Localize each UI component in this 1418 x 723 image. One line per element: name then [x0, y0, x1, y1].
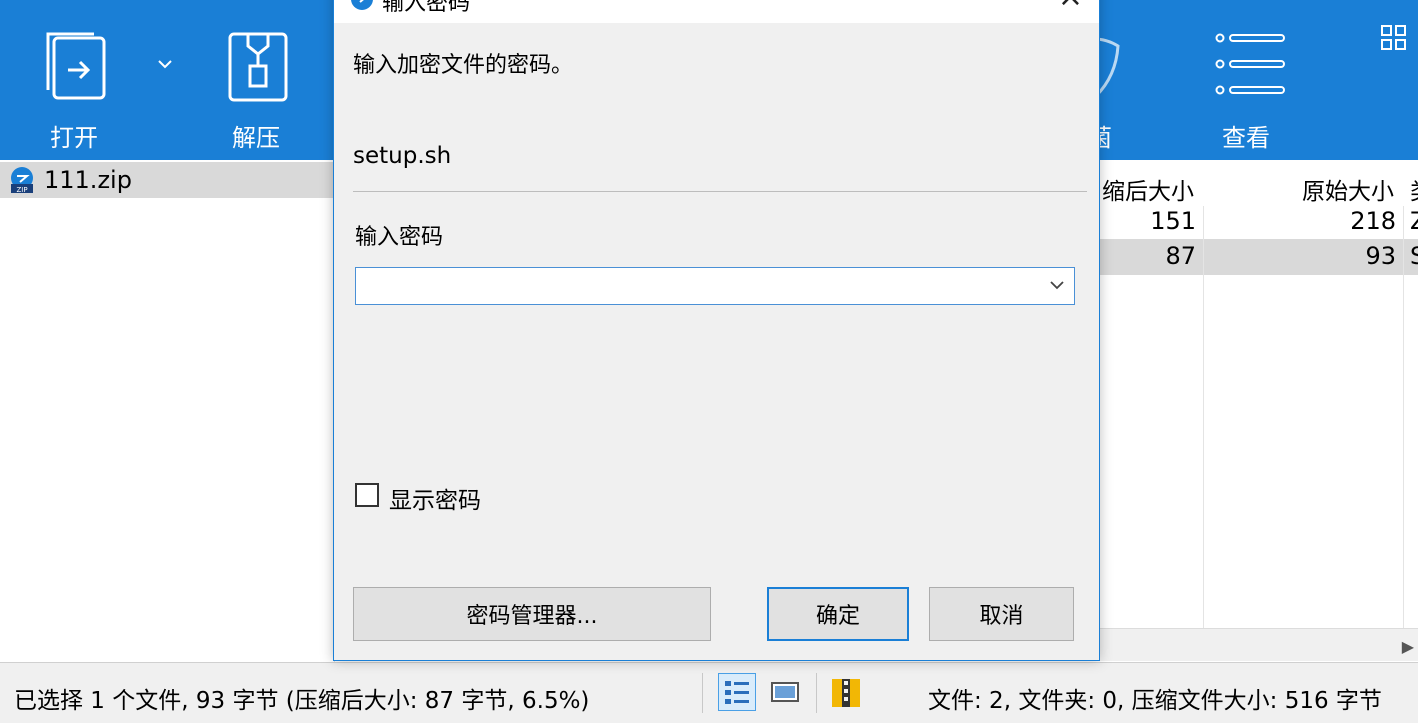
- password-label: 输入密码: [355, 225, 444, 250]
- type-cell: Z: [1410, 207, 1418, 235]
- view-label: 查看: [1222, 124, 1270, 152]
- original-size-cell: 93: [1365, 242, 1396, 270]
- selection-status: 已选择 1 个文件, 93 字节 (压缩后大小: 87 字节, 6.5%): [14, 688, 590, 714]
- app-icon: [351, 0, 373, 10]
- thumbnail-view-icon: [771, 682, 799, 702]
- folder-tree-panel: ZIP 111.zip: [0, 160, 335, 662]
- column-header-type[interactable]: 类: [1410, 172, 1418, 206]
- show-password-label[interactable]: 显示密码: [389, 481, 481, 515]
- archive-name: 111.zip: [44, 166, 132, 194]
- dialog-divider: [353, 191, 1087, 192]
- details-view-button[interactable]: [718, 673, 756, 711]
- archive-summary-status: 文件: 2, 文件夹: 0, 压缩文件大小: 516 字节: [928, 688, 1382, 714]
- open-icon: [46, 32, 106, 100]
- status-divider: [816, 673, 817, 713]
- status-divider: [702, 673, 703, 713]
- horizontal-scrollbar[interactable]: ▶: [1100, 628, 1418, 661]
- type-cell: S: [1410, 242, 1418, 270]
- password-dialog: 输入密码 × 输入加密文件的密码。 setup.sh 输入密码 显示密码 密码管…: [333, 0, 1100, 661]
- open-dropdown-chevron-icon[interactable]: [155, 56, 175, 72]
- open-label: 打开: [50, 124, 98, 152]
- cancel-button[interactable]: 取消: [929, 587, 1074, 641]
- compressed-size-cell: 151: [1150, 207, 1196, 235]
- extract-button[interactable]: 解压: [210, 0, 310, 160]
- extract-icon: [228, 32, 288, 102]
- password-manager-button[interactable]: 密码管理器...: [353, 587, 711, 641]
- close-icon[interactable]: ×: [1058, 0, 1083, 14]
- encrypted-filename: setup.sh: [353, 143, 452, 169]
- details-view-icon: [725, 681, 749, 704]
- file-list-panel: 缩后大小 原始大小 类 151 218 Z 87 93 S ▶: [1100, 160, 1418, 662]
- status-bar: 已选择 1 个文件, 93 字节 (压缩后大小: 87 字节, 6.5%) 文件…: [0, 662, 1418, 723]
- list-view-icon: [1215, 33, 1285, 95]
- column-divider: [1203, 206, 1204, 630]
- scroll-right-arrow-icon[interactable]: ▶: [1402, 637, 1414, 656]
- table-row[interactable]: 87 93 S: [1100, 239, 1418, 275]
- zip-file-icon: ZIP: [11, 167, 33, 194]
- open-button[interactable]: 打开: [30, 0, 130, 160]
- zip-folder-icon: [832, 679, 860, 707]
- original-size-cell: 218: [1350, 207, 1396, 235]
- show-password-checkbox[interactable]: [355, 483, 379, 507]
- dialog-titlebar[interactable]: 输入密码 ×: [334, 0, 1099, 23]
- column-header-original[interactable]: 原始大小: [1302, 172, 1394, 206]
- archive-folder-button[interactable]: [828, 673, 866, 711]
- ok-button[interactable]: 确定: [767, 587, 909, 641]
- table-row[interactable]: 151 218 Z: [1100, 204, 1418, 240]
- column-divider: [1403, 206, 1404, 630]
- dialog-title: 输入密码: [382, 0, 471, 16]
- column-header-row: 缩后大小 原始大小 类: [1100, 166, 1418, 206]
- chevron-down-icon[interactable]: [1048, 276, 1066, 294]
- view-button[interactable]: 查看: [1208, 0, 1288, 160]
- password-field[interactable]: [355, 267, 1075, 305]
- layout-grid-icon[interactable]: [1380, 24, 1408, 52]
- compressed-size-cell: 87: [1165, 242, 1196, 270]
- dialog-prompt: 输入加密文件的密码。: [353, 53, 574, 78]
- svg-text:ZIP: ZIP: [16, 186, 27, 194]
- list-item[interactable]: ZIP 111.zip: [0, 162, 334, 198]
- column-header-compressed[interactable]: 缩后大小: [1102, 172, 1194, 206]
- thumbnail-view-button[interactable]: [766, 673, 804, 711]
- extract-label: 解压: [232, 124, 280, 152]
